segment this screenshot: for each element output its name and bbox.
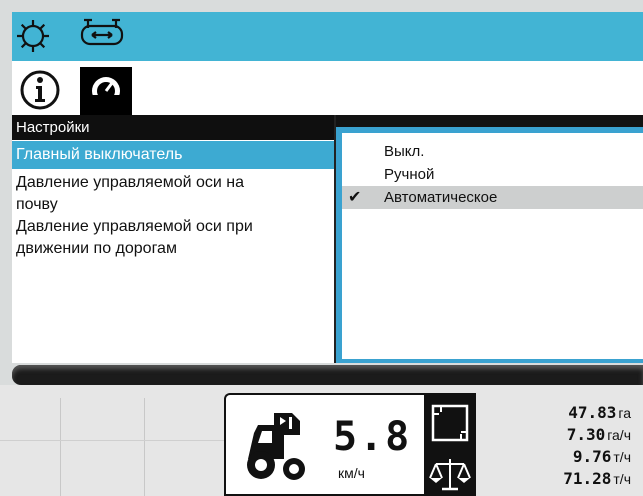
info-icon — [20, 70, 60, 110]
menu-item-label-line: почву — [16, 196, 58, 213]
option-off[interactable]: Выкл. — [342, 140, 643, 163]
scale-icon[interactable] — [428, 456, 472, 496]
gauge-icon — [92, 77, 120, 109]
stat-value: 7.30 — [566, 425, 606, 444]
menu-title: Настройки — [12, 115, 334, 140]
stat-unit: т/ч — [613, 449, 631, 465]
stat-row-throughput: 9.76 т/ч — [481, 446, 631, 468]
option-manual[interactable]: Ручной — [342, 163, 643, 186]
grid-divider — [60, 398, 61, 496]
stat-unit: т/ч — [613, 471, 631, 487]
stat-row-area-rate: 7.30 га/ч — [481, 424, 631, 446]
stat-value: 47.83 — [568, 403, 617, 422]
tab-settings-gear[interactable] — [12, 12, 54, 60]
stat-value: 9.76 — [572, 447, 612, 466]
stat-unit: га — [618, 405, 631, 421]
options-panel: Выкл. Ручной ✔ Автоматическое — [336, 127, 643, 363]
menu-item-main-switch[interactable]: Главный выключатель — [12, 141, 334, 169]
horizontal-scrollbar[interactable] — [12, 365, 643, 385]
speed-value: 5.8 — [333, 414, 412, 460]
option-label: Выкл. — [384, 143, 425, 160]
tab-gauge[interactable] — [80, 67, 132, 115]
menu-item-axle-pressure-road[interactable]: Давление управляемой оси при движении по… — [12, 216, 334, 260]
tractor-mode-icon[interactable] — [240, 405, 310, 490]
stat-value: 71.28 — [563, 469, 612, 488]
work-statistics: 47.83 га 7.30 га/ч 9.76 т/ч 71.28 т/ч — [481, 402, 631, 490]
option-automatic[interactable]: ✔ Автоматическое — [342, 186, 643, 209]
option-label: Автоматическое — [384, 189, 498, 206]
gear-icon — [17, 20, 49, 52]
menu-item-label-line: Давление управляемой оси при — [16, 218, 253, 235]
options-list: Выкл. Ручной ✔ Автоматическое — [342, 133, 643, 359]
grid-divider — [144, 398, 145, 496]
area-counter-icon[interactable] — [429, 402, 471, 449]
speed-unit: км/ч — [338, 465, 365, 481]
menu-item-axle-pressure-field[interactable]: Давление управляемой оси на почву — [12, 169, 334, 216]
tab-steering-axle[interactable] — [76, 10, 128, 58]
grid-divider — [0, 440, 225, 441]
menu-item-label-line: Давление управляемой оси на — [16, 174, 245, 191]
steering-axle-icon — [80, 18, 124, 46]
option-label: Ручной — [384, 166, 435, 183]
settings-menu-panel: Настройки Главный выключатель Давление у… — [12, 115, 336, 363]
menu-item-label-line: движении по дорогам — [16, 240, 177, 257]
stat-row-area: 47.83 га — [481, 402, 631, 424]
stat-row-throughput-2: 71.28 т/ч — [481, 468, 631, 490]
options-header-band — [336, 115, 643, 127]
checkmark-icon: ✔ — [348, 189, 362, 206]
stat-unit: га/ч — [607, 427, 631, 443]
tab-info[interactable] — [12, 66, 68, 114]
